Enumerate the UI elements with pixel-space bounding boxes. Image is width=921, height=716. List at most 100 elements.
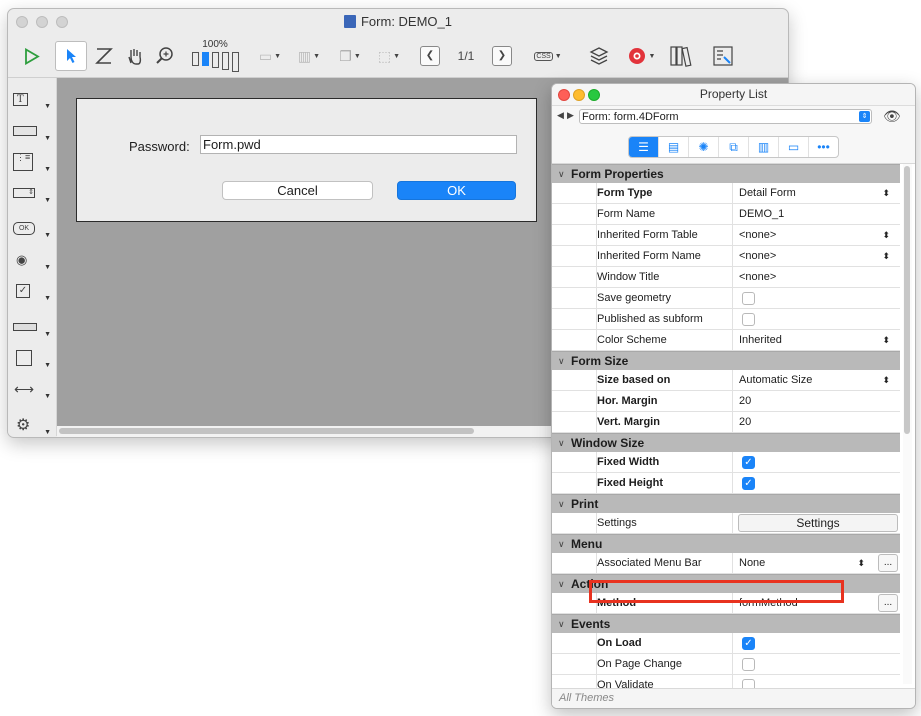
more-tab-icon[interactable]: ••• (809, 137, 838, 157)
property-name: Window Title (597, 271, 660, 283)
property-name: Associated Menu Bar (597, 557, 702, 569)
combo-tool-icon[interactable]: ⇕ ▼ (13, 180, 51, 206)
cancel-button[interactable]: Cancel (222, 181, 373, 200)
save-geometry-checkbox[interactable] (742, 292, 755, 305)
property-list-icon[interactable] (709, 41, 737, 71)
appearance-tab-icon[interactable]: ✺ (689, 137, 719, 157)
group-icon[interactable]: ⬚ ▼ (371, 41, 407, 71)
updown-icon: ⬍ (882, 251, 890, 261)
page-indicator: 1/1 (457, 49, 475, 63)
form-selector-dropdown[interactable]: Form: form.4DForm ⇕ (579, 109, 872, 124)
property-value: None (739, 557, 766, 569)
property-grid: ∨ Form Properties Form Type Detail Form ⬍ F… (552, 164, 900, 708)
property-row-inherited-form-name[interactable]: Inherited Form Name <none> ⬍ (552, 246, 900, 267)
align-icon[interactable]: ▭ ▼ (255, 41, 285, 71)
section-print[interactable]: ∨ Print (552, 494, 900, 513)
property-name: Form Name (597, 208, 656, 220)
property-row-on-load: On Load ✓ (552, 633, 900, 654)
fixed-height-checkbox[interactable]: ✓ (742, 477, 755, 490)
property-row-inherited-form-table[interactable]: Inherited Form Table <none> ⬍ (552, 225, 900, 246)
property-row-form-type[interactable]: Form Type Detail Form ⬍ (552, 183, 900, 204)
property-row-fixed-height: Fixed Height ✓ (552, 473, 900, 494)
published-as-subform-checkbox[interactable] (742, 313, 755, 326)
section-events[interactable]: ∨ Events (552, 614, 900, 633)
layers-icon[interactable] (587, 41, 611, 71)
section-title: Form Size (571, 354, 629, 368)
property-name: Hor. Margin (597, 395, 658, 407)
back-arrow-icon[interactable]: ◀ (557, 110, 564, 121)
section-form-properties[interactable]: ∨ Form Properties (552, 164, 900, 183)
zoom-level-control[interactable]: 100% (185, 40, 245, 72)
checkbox-tool-icon[interactable]: ✓ ▼ (13, 278, 51, 304)
chevron-down-icon: ∨ (558, 619, 565, 629)
property-row-form-name[interactable]: Form Name DEMO_1 (552, 204, 900, 225)
entry-order-icon[interactable] (91, 41, 117, 71)
macro-icon[interactable]: ▼ (622, 41, 660, 71)
list-tab-icon[interactable]: ☰ (629, 137, 659, 157)
previous-page-button[interactable]: ❮ (420, 46, 440, 66)
radio-tool-icon[interactable]: ◉ ▼ (13, 247, 51, 273)
level-icon[interactable]: ❐ ▼ (333, 41, 367, 71)
menu-bar-ellipsis-button[interactable]: ... (878, 554, 898, 572)
property-row-published-as-subform: Published as subform (552, 309, 900, 330)
updown-icon: ⬍ (882, 335, 890, 345)
property-name: On Page Change (597, 658, 683, 670)
property-list-window: Property List ◀ ▶ Form: form.4DForm ⇕ 👁 … (551, 83, 916, 709)
method-ellipsis-button[interactable]: ... (878, 594, 898, 612)
distribute-icon[interactable]: ▥ ▼ (291, 41, 327, 71)
scrollbar-thumb[interactable] (904, 166, 910, 434)
on-page-change-checkbox[interactable] (742, 658, 755, 671)
forward-arrow-icon[interactable]: ▶ (567, 110, 574, 121)
hand-tool-icon[interactable] (122, 41, 148, 71)
zoom-tool-icon[interactable] (152, 41, 178, 71)
property-row-vert-margin[interactable]: Vert. Margin 20 (552, 412, 900, 433)
property-value: <none> (739, 271, 777, 283)
property-tabs-row: ☰ ▤ ✺ ⧉ ▥ ▭ ••• (552, 130, 915, 164)
section-menu[interactable]: ∨ Menu (552, 534, 900, 553)
chart-tab-icon[interactable]: ▥ (749, 137, 779, 157)
progress-tool-icon[interactable]: ▼ (13, 314, 51, 340)
ok-button[interactable]: OK (397, 181, 516, 200)
run-form-icon[interactable] (18, 41, 44, 71)
dropdown-stepper-icon: ⇕ (859, 111, 870, 122)
section-title: Events (571, 617, 611, 631)
scrollbar-thumb[interactable] (59, 428, 474, 434)
fixed-width-checkbox[interactable]: ✓ (742, 456, 755, 469)
property-row-window-title[interactable]: Window Title <none> (552, 267, 900, 288)
property-row-size-based-on[interactable]: Size based on Automatic Size ⬍ (552, 370, 900, 391)
property-value: Detail Form (739, 187, 796, 199)
property-name: Size based on (597, 374, 671, 386)
section-window-size[interactable]: ∨ Window Size (552, 433, 900, 452)
input-tool-icon[interactable]: ▼ (13, 118, 51, 144)
password-field[interactable]: Form.pwd (200, 135, 517, 154)
property-row-hor-margin[interactable]: Hor. Margin 20 (552, 391, 900, 412)
list-tool-icon[interactable]: ⋮≡ ▼ (13, 149, 51, 175)
print-settings-button[interactable]: Settings (738, 514, 898, 532)
rectangle-tool-icon[interactable]: ▼ (13, 345, 51, 371)
eye-icon[interactable]: 👁 (883, 108, 901, 125)
property-name: Fixed Width (597, 456, 660, 468)
css-preview-button[interactable]: CSS ▼ (527, 41, 569, 71)
property-row-associated-menu-bar[interactable]: Associated Menu Bar None ⬍... (552, 553, 900, 574)
next-page-button[interactable]: ❯ (492, 46, 512, 66)
property-name: Inherited Form Name (597, 250, 701, 262)
form-document-icon (343, 15, 356, 28)
splitter-tool-icon[interactable]: ⟷ ▼ (13, 376, 51, 402)
vertical-scrollbar[interactable] (903, 164, 912, 684)
property-row-color-scheme[interactable]: Color Scheme Inherited ⬍ (552, 330, 900, 351)
library-icon[interactable] (668, 41, 698, 71)
on-load-checkbox[interactable]: ✓ (742, 637, 755, 650)
property-value: Automatic Size (739, 374, 813, 386)
theme-bar: All Themes (552, 688, 915, 708)
section-form-size[interactable]: ∨ Form Size (552, 351, 900, 370)
chevron-down-icon: ∨ (558, 356, 565, 366)
display-tab-icon[interactable]: ▭ (779, 137, 809, 157)
action-tab-icon[interactable]: ⧉ (719, 137, 749, 157)
selection-tool-icon[interactable] (55, 41, 87, 71)
button-tool-icon[interactable]: OK ▼ (13, 215, 51, 241)
object-palette: T ▼ ▼ ⋮≡ ▼ ⇕ ▼ OK ▼ ◉ ▼ ✓ ▼ ▼ ▼ ⟷ ▼ ⚙ ▼ (8, 78, 57, 436)
plugin-tool-icon[interactable]: ⚙ ▼ (13, 412, 51, 437)
text-tool-icon[interactable]: T ▼ (13, 86, 51, 112)
property-value: <none> (739, 250, 777, 262)
objects-tab-icon[interactable]: ▤ (659, 137, 689, 157)
